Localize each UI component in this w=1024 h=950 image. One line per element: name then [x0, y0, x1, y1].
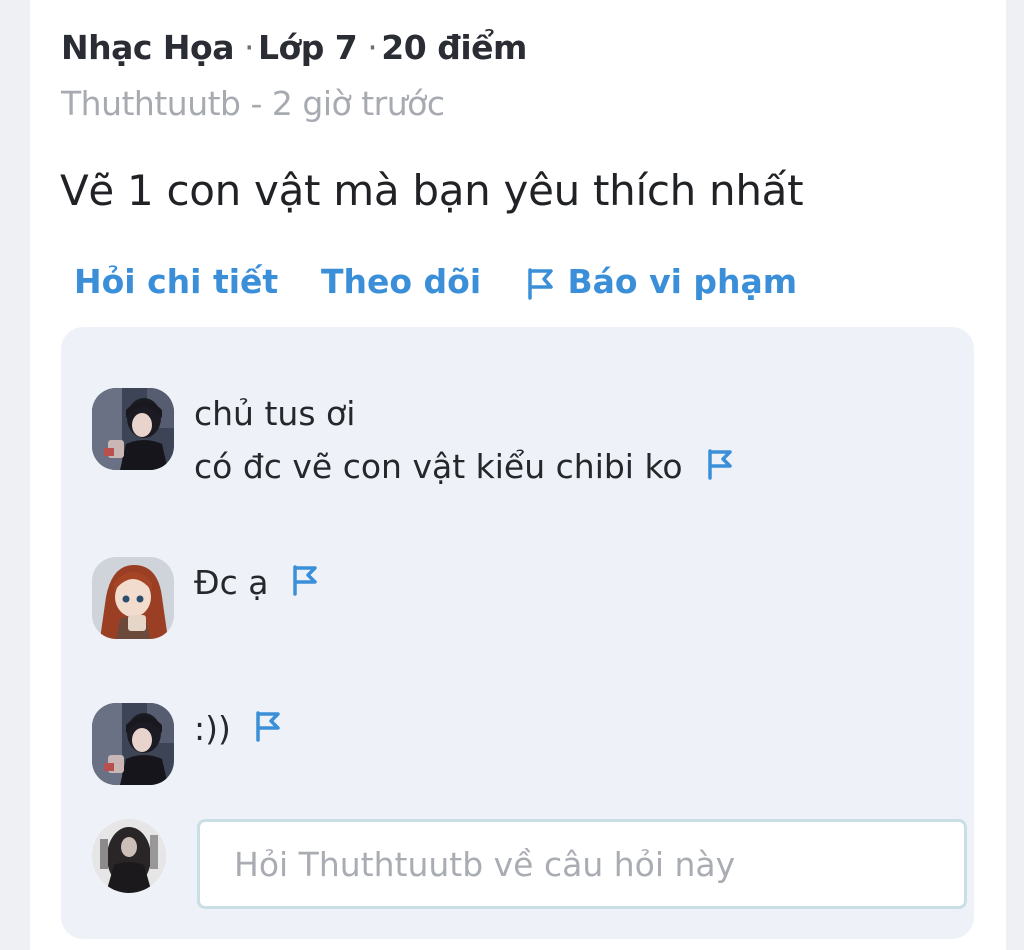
report-label: Báo vi phạm — [567, 262, 798, 301]
subject-link[interactable]: Nhạc Họa — [61, 28, 235, 67]
user-avatar-red-hair[interactable] — [92, 557, 174, 639]
post-time: 2 giờ trước — [271, 84, 445, 123]
grade-label: Lớp 7 — [258, 28, 358, 67]
separator-dot: · — [244, 28, 255, 67]
report-link[interactable]: Báo vi phạm — [524, 262, 797, 301]
comment-line: :)) — [194, 709, 231, 748]
flag-icon — [528, 267, 553, 300]
question-card: Nhạc Họa · Lớp 7 · 20 điểm Thuthtuutb - 2 gi… — [30, 0, 1006, 950]
question-meta: Thuthtuutb - 2 giờ trước — [61, 84, 445, 123]
avatar-image — [92, 703, 174, 785]
user-avatar-dark-hair[interactable] — [92, 703, 174, 785]
meta-separator: - — [250, 84, 263, 123]
author-name[interactable]: Thuthtuutb — [61, 84, 241, 123]
comment-body: Đc ạ — [194, 556, 320, 609]
ask-detail-link[interactable]: Hỏi chi tiết — [74, 262, 278, 301]
comment-line-with-flag: Đc ạ — [194, 556, 320, 609]
question-header: Nhạc Họa · Lớp 7 · 20 điểm — [61, 28, 527, 67]
flag-icon[interactable] — [705, 448, 735, 480]
comments-panel: chủ tus ơi có đc vẽ con vật kiểu chibi k… — [61, 327, 974, 939]
flag-icon[interactable] — [253, 710, 283, 742]
separator-dot: · — [367, 28, 378, 67]
comment-line-with-flag: :)) — [194, 702, 283, 755]
avatar-image — [92, 388, 174, 470]
comment-body: chủ tus ơi có đc vẽ con vật kiểu chibi k… — [194, 387, 735, 493]
user-avatar-dark-hair[interactable] — [92, 388, 174, 470]
follow-link[interactable]: Theo dõi — [321, 262, 481, 301]
comment-line: Đc ạ — [194, 563, 269, 602]
avatar-image — [92, 557, 174, 639]
flag-icon[interactable] — [290, 564, 320, 596]
comment-line: có đc vẽ con vật kiểu chibi ko — [194, 447, 683, 486]
avatar-image — [92, 819, 166, 893]
question-text: Vẽ 1 con vật mà bạn yêu thích nhất — [60, 166, 804, 215]
comment-line-with-flag: có đc vẽ con vật kiểu chibi ko — [194, 440, 735, 493]
comment-line: chủ tus ơi — [194, 394, 356, 433]
points-label: 20 điểm — [381, 28, 527, 67]
ask-author-input[interactable] — [197, 819, 967, 909]
comment-body: :)) — [194, 702, 283, 755]
current-user-avatar[interactable] — [92, 819, 166, 893]
